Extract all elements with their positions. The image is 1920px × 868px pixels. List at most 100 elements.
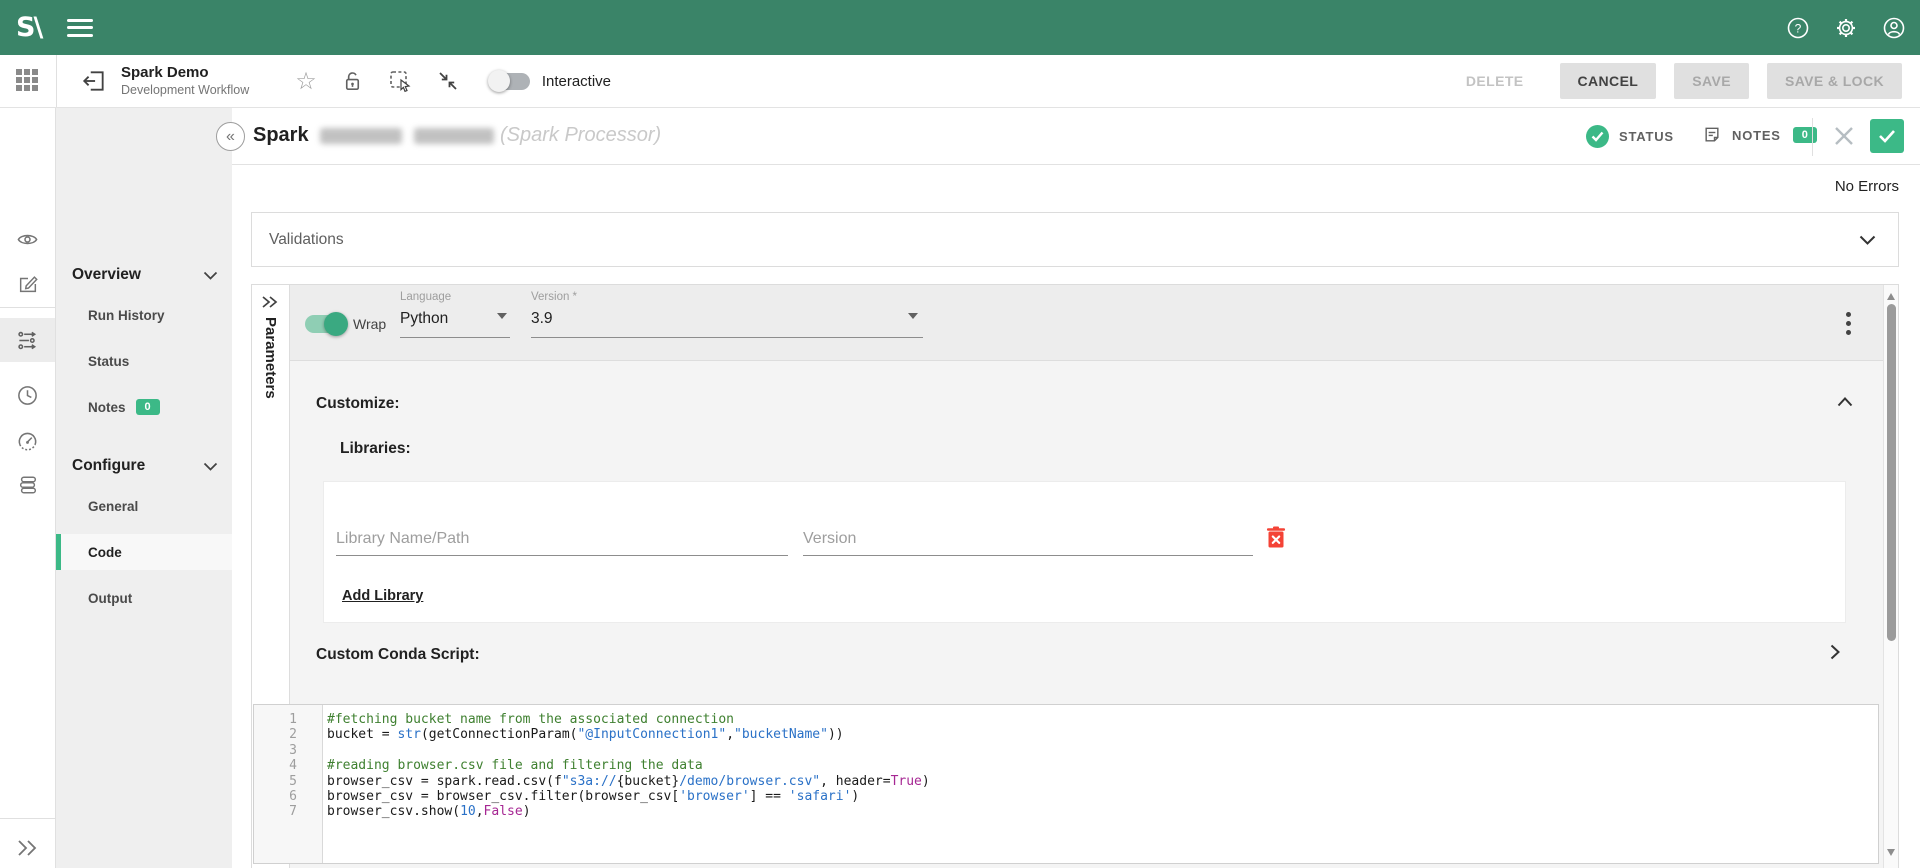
line-number: 5 [254, 774, 310, 789]
app-window: S\ ? Spark Demo Development Workflow ☆ [0, 0, 1920, 868]
dropdown-caret-icon [497, 313, 507, 319]
collapse-view-icon[interactable] [436, 69, 460, 93]
item-label: Code [88, 545, 122, 560]
toolbar-divider [56, 55, 57, 107]
line-number: 2 [254, 727, 310, 742]
metrics-gauge-icon[interactable] [0, 418, 55, 462]
app-bar: S\ ? [0, 0, 1920, 55]
chevron-right-icon[interactable] [1830, 644, 1840, 660]
sidenav-item-output[interactable]: Output [56, 580, 232, 616]
scroll-up-arrow[interactable] [1887, 293, 1895, 300]
customize-heading: Customize: [316, 395, 400, 413]
exit-canvas-icon[interactable] [81, 68, 107, 94]
stage-header: « Spark (Spark Processor) STATUS NOTES 0 [232, 108, 1920, 165]
help-icon[interactable]: ? [1786, 16, 1810, 40]
sidenav-item-general[interactable]: General [56, 488, 232, 524]
stage-title: Spark [253, 124, 309, 147]
stage-type-hint: (Spark Processor) [500, 124, 661, 147]
parameters-rail-icon[interactable] [0, 318, 55, 362]
version-label: Version * [531, 291, 923, 303]
redacted-text [414, 128, 494, 144]
sidenav-item-status[interactable]: Status [56, 343, 232, 379]
notes-count-badge: 0 [1793, 127, 1817, 143]
chevron-down-icon [1859, 235, 1876, 245]
settings-icon[interactable] [1834, 16, 1858, 40]
history-clock-icon[interactable] [0, 373, 55, 417]
app-logo: S\ [16, 12, 41, 43]
wrap-toggle[interactable] [305, 315, 346, 333]
status-button[interactable]: STATUS [1586, 125, 1674, 148]
item-label: Status [88, 354, 129, 369]
sidenav-item-run-history[interactable]: Run History [56, 297, 232, 333]
parameters-panel: Parameters Wrap Language Python Version … [251, 284, 1899, 868]
code-editor[interactable]: 1#fetching bucket name from the associat… [253, 704, 1879, 864]
add-library-link[interactable]: Add Library [342, 588, 423, 604]
code-line: browser_csv = spark.read.csv(f"s3a://{bu… [310, 774, 930, 789]
dropdown-caret-icon [908, 313, 918, 319]
wrap-label: Wrap [353, 316, 386, 332]
chevron-up-icon[interactable] [1837, 397, 1853, 407]
chevron-down-icon [203, 271, 218, 280]
interactive-label: Interactive [542, 73, 611, 90]
expand-rail-icon[interactable] [0, 826, 55, 868]
close-icon[interactable] [1832, 124, 1856, 148]
confirm-check-button[interactable] [1870, 119, 1904, 153]
edit-note-icon[interactable] [0, 262, 55, 306]
panel-scrollbar [1883, 285, 1898, 868]
version-value: 3.9 [531, 310, 923, 328]
item-label: Notes [88, 400, 126, 415]
line-number: 7 [254, 804, 310, 819]
code-line: bucket = str(getConnectionParam("@InputC… [310, 727, 844, 742]
library-version-input[interactable] [803, 522, 1253, 556]
data-layers-icon[interactable] [0, 463, 55, 507]
section-label: Configure [72, 457, 145, 475]
line-number: 1 [254, 712, 310, 727]
delete-button[interactable]: DELETE [1448, 63, 1542, 99]
more-options-icon[interactable] [1846, 312, 1851, 339]
scroll-down-arrow[interactable] [1887, 849, 1895, 856]
line-number: 4 [254, 758, 310, 773]
unlock-icon[interactable] [341, 70, 364, 93]
code-lines[interactable]: 1#fetching bucket name from the associat… [254, 712, 1878, 820]
delete-library-icon[interactable] [1266, 526, 1286, 549]
sidenav-section-overview[interactable]: Overview [56, 258, 232, 292]
language-select[interactable]: Language Python [400, 291, 510, 338]
code-line: #reading browser.csv file and filtering … [310, 758, 703, 773]
config-sidenav: Overview Run History Status Notes 0 Conf… [56, 108, 232, 868]
validations-expander[interactable]: Validations [251, 212, 1899, 267]
libraries-heading: Libraries: [340, 440, 411, 458]
preview-eye-icon[interactable] [0, 217, 55, 261]
library-name-input[interactable] [336, 522, 788, 556]
apps-grid-icon[interactable] [16, 69, 40, 93]
sidenav-item-notes[interactable]: Notes 0 [56, 389, 232, 425]
pipeline-subtitle: Development Workflow [121, 83, 249, 99]
chevron-down-icon [203, 462, 218, 471]
code-line: browser_csv = browser_csv.filter(browser… [310, 789, 859, 804]
line-number: 3 [254, 743, 310, 758]
notes-button[interactable]: NOTES 0 [1702, 125, 1817, 145]
version-select[interactable]: Version * 3.9 [531, 291, 923, 338]
sidenav-item-code[interactable]: Code [56, 534, 232, 570]
cancel-button[interactable]: CANCEL [1560, 63, 1657, 99]
item-label: Run History [88, 308, 165, 323]
favorite-star-icon[interactable]: ☆ [295, 67, 317, 95]
select-mode-icon[interactable] [388, 69, 412, 93]
collapse-stage-icon[interactable]: « [216, 122, 245, 151]
sidenav-section-configure[interactable]: Configure [56, 449, 232, 483]
header-divider [1812, 118, 1813, 156]
menu-icon[interactable] [67, 19, 93, 37]
collapse-panel-icon[interactable] [261, 295, 281, 309]
status-label: STATUS [1619, 129, 1674, 144]
scrollbar-thumb[interactable] [1887, 304, 1896, 641]
svg-text:?: ? [1795, 21, 1802, 35]
account-icon[interactable] [1882, 16, 1906, 40]
save-button[interactable]: SAVE [1674, 63, 1749, 99]
pipeline-title-block[interactable]: Spark Demo Development Workflow [121, 64, 249, 98]
code-line: #fetching bucket name from the associate… [310, 712, 734, 727]
language-value: Python [400, 310, 510, 328]
library-row-card: Add Library [323, 481, 1846, 623]
parameters-header: Wrap Language Python Version * 3.9 [290, 285, 1883, 361]
interactive-toggle[interactable] [490, 73, 530, 90]
save-and-lock-button[interactable]: SAVE & LOCK [1767, 63, 1902, 99]
icon-rail [0, 108, 56, 868]
